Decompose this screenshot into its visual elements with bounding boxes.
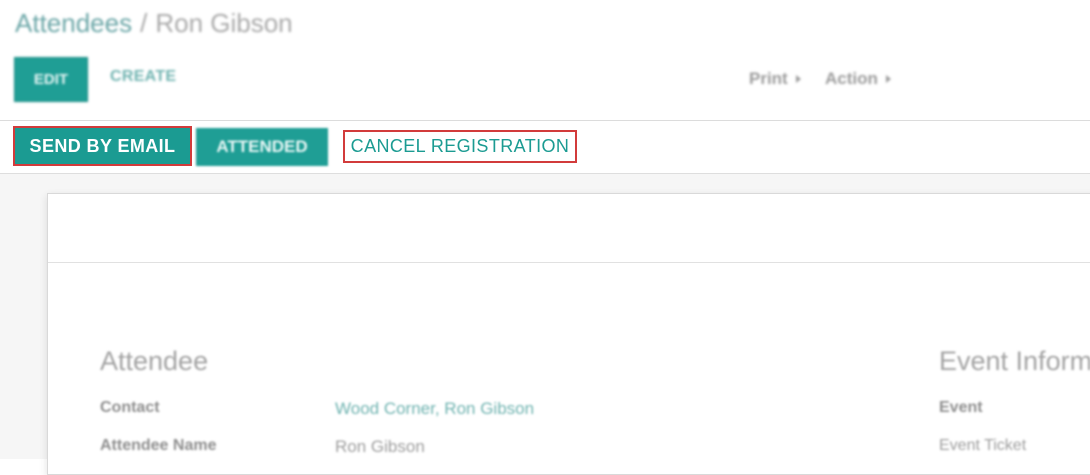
breadcrumb: Attendees / Ron Gibson	[15, 8, 293, 39]
statusbar: SEND BY EMAIL ATTENDED CANCEL REGISTRATI…	[0, 121, 1090, 173]
send-by-email-button[interactable]: SEND BY EMAIL	[13, 126, 192, 166]
breadcrumb-current: Ron Gibson	[155, 8, 293, 38]
contact-value-link[interactable]: Wood Corner, Ron Gibson	[335, 399, 534, 419]
attended-button[interactable]: ATTENDED	[196, 128, 328, 166]
print-dropdown[interactable]: Print	[749, 69, 801, 89]
event-label: Event	[939, 399, 983, 416]
edit-button[interactable]: EDIT	[14, 57, 88, 102]
event-information-section-title: Event Inform	[939, 346, 1090, 376]
contact-label: Contact	[100, 399, 160, 416]
action-dropdown[interactable]: Action	[825, 69, 891, 89]
event-ticket-label: Event Ticket	[939, 437, 1027, 454]
action-label: Action	[825, 69, 878, 88]
control-panel: Attendees / Ron Gibson EDIT CREATE Print A…	[0, 0, 1090, 120]
cancel-registration-button[interactable]: CANCEL REGISTRATION	[343, 130, 577, 163]
caret-right-icon	[885, 75, 891, 83]
print-label: Print	[749, 69, 788, 88]
form-sheet: Attendee Event Inform Contact Wood Corne…	[47, 193, 1090, 475]
attendee-name-label: Attendee Name	[100, 437, 217, 454]
sheet-header-divider	[48, 262, 1090, 263]
attendee-name-value: Ron Gibson	[335, 437, 425, 456]
caret-right-icon	[795, 75, 801, 83]
attendee-section-title: Attendee	[100, 346, 209, 376]
create-button[interactable]: CREATE	[110, 68, 176, 86]
breadcrumb-separator: /	[140, 8, 148, 38]
breadcrumb-attendees-link[interactable]: Attendees	[15, 8, 132, 38]
